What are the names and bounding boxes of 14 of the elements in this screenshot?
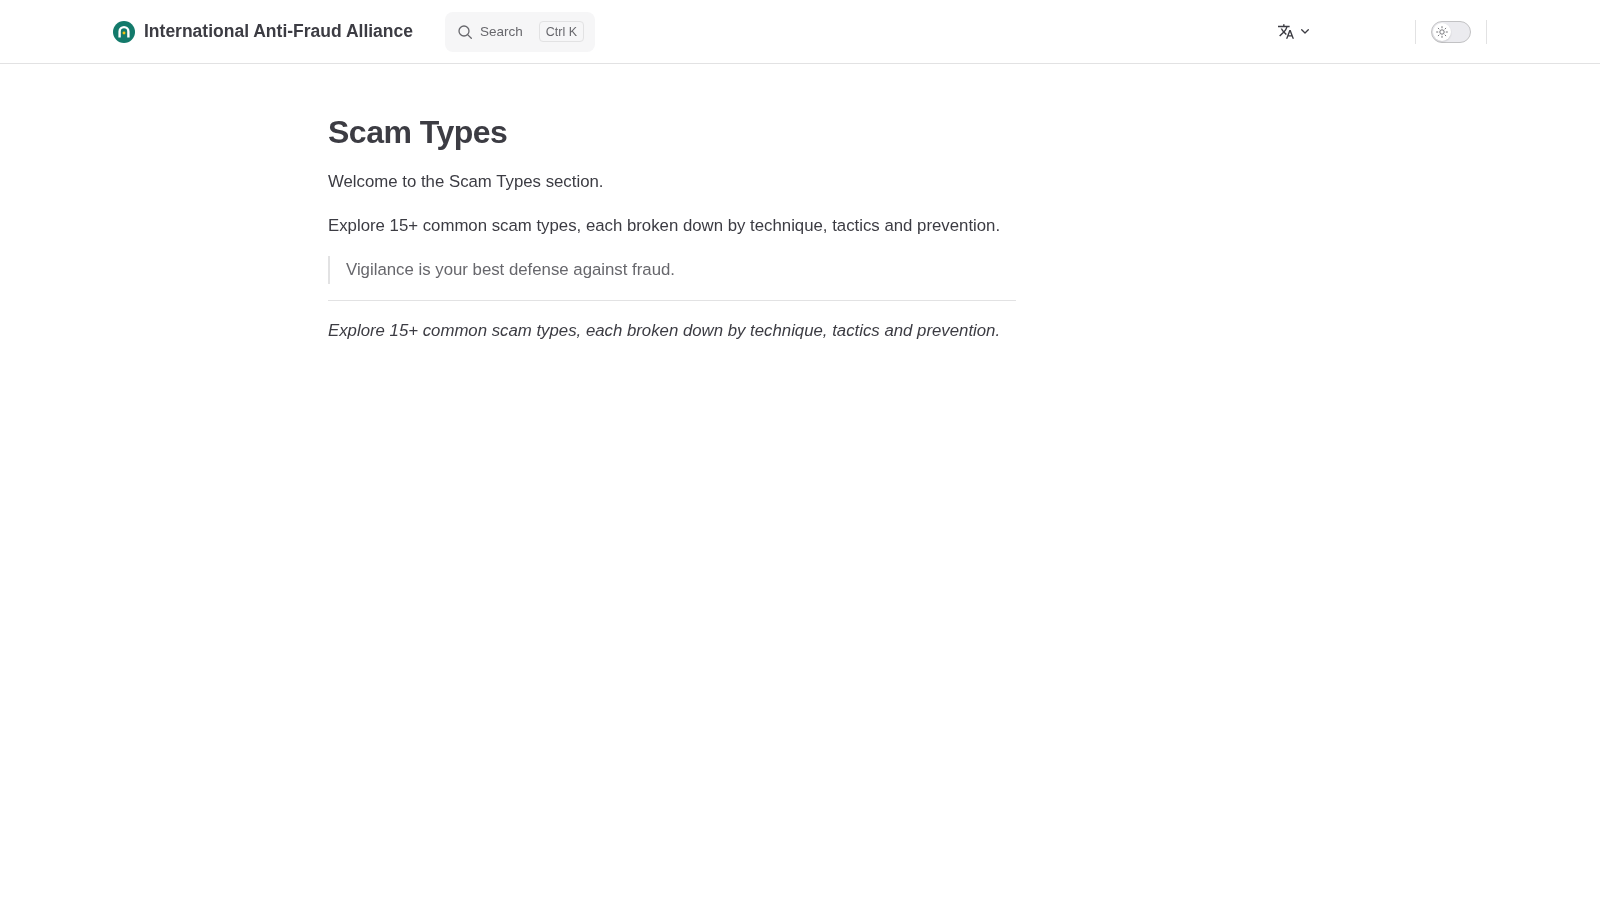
logo-icon — [113, 20, 135, 43]
keyboard-shortcut: Ctrl K — [538, 21, 585, 42]
site-title-link[interactable]: International Anti-Fraud Alliance — [113, 20, 413, 43]
page-title: Scam Types — [328, 113, 509, 152]
search-icon — [458, 24, 472, 39]
paragraph: Welcome to the Scam Types section. — [328, 171, 605, 193]
blockquote: Vigilance is your best defense against fraud. — [328, 256, 1016, 284]
caret-icon — [1301, 29, 1309, 34]
search-button[interactable]: Search Ctrl K — [445, 11, 596, 52]
theme-switch[interactable] — [1431, 20, 1471, 43]
italic-paragraph: Explore 15+ common scam types, each broken down by technique, tactics and prevention. — [328, 320, 1002, 342]
sun-icon — [1436, 25, 1448, 38]
translate-icon — [1278, 24, 1294, 39]
paragraph: Explore 15+ common scam types, each broken down by technique, tactics and prevention. — [328, 215, 1002, 237]
